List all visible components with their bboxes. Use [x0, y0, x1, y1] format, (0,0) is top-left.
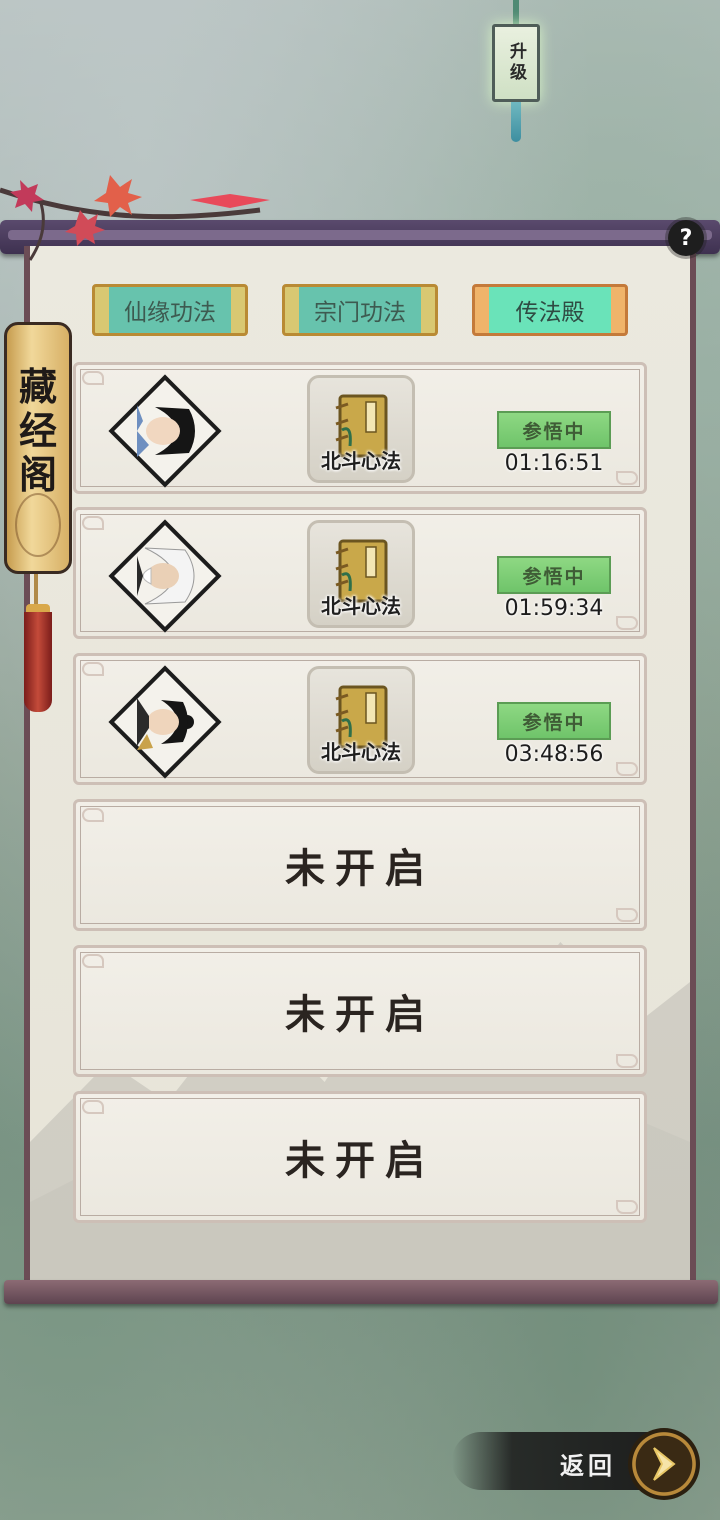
corner-ornament	[82, 808, 104, 822]
countdown-timer: 03:48:56	[504, 742, 604, 767]
book-title: 北斗心法	[321, 740, 401, 764]
corner-ornament	[616, 471, 638, 485]
tab-chuanfa-dian[interactable]: 传法殿	[472, 284, 628, 336]
back-label[interactable]: 返回	[560, 1446, 616, 1481]
locked-slot-2[interactable]: 未开启	[73, 945, 647, 1077]
locked-label: 未开启	[285, 845, 435, 892]
tab-xianyuan-gongfa[interactable]: 仙缘功法	[92, 284, 248, 336]
upgrade-button[interactable]: 升级	[492, 24, 540, 102]
locked-label: 未开启	[285, 1137, 435, 1184]
corner-ornament	[82, 1100, 104, 1114]
help-icon[interactable]: ?	[668, 220, 704, 256]
help-label: ?	[679, 225, 693, 251]
back-button[interactable]	[628, 1428, 700, 1500]
locked-slot-3[interactable]: 未开启	[73, 1091, 647, 1223]
status-badge: 参悟中	[497, 556, 611, 594]
book-title: 北斗心法	[321, 449, 401, 473]
tab-zongmen-gongfa[interactable]: 宗门功法	[282, 284, 438, 336]
portrait-diamond-frame	[108, 665, 222, 779]
corner-ornament	[616, 1200, 638, 1214]
upgrade-tag-string	[513, 0, 519, 26]
technique-book-slot[interactable]: 北斗心法	[307, 520, 415, 628]
back-brush-stroke	[452, 1432, 652, 1490]
portrait-white-haired-elder-icon	[137, 547, 195, 605]
tab-label: 仙缘功法	[124, 300, 216, 326]
portrait-diamond-frame	[108, 374, 222, 488]
maple-branch-decoration	[0, 175, 270, 261]
corner-ornament	[82, 954, 104, 968]
tab-label: 宗门功法	[314, 300, 406, 326]
chevron-right-icon	[653, 1447, 676, 1481]
portrait-young-man-icon	[137, 405, 195, 457]
disciple-portrait[interactable]	[108, 374, 222, 488]
portrait-topknot-swordsman-icon	[137, 698, 194, 750]
book-title: 北斗心法	[321, 594, 401, 618]
technique-book-slot[interactable]: 北斗心法	[307, 375, 415, 483]
upgrade-label: 升级	[506, 42, 526, 84]
status-badge: 参悟中	[497, 411, 611, 449]
locked-slot-1[interactable]: 未开启	[73, 799, 647, 931]
study-slot-3[interactable]: 北斗心法 参悟中 03:48:56	[73, 653, 647, 785]
study-slot-2[interactable]: 北斗心法 参悟中 01:59:34	[73, 507, 647, 639]
side-title-scroll: 藏经阁	[4, 322, 72, 574]
corner-ornament	[82, 662, 104, 676]
side-tassel	[24, 612, 52, 712]
corner-ornament	[616, 908, 638, 922]
scroll-bottom-rod	[4, 1280, 718, 1304]
tab-label: 传法殿	[515, 300, 585, 326]
corner-ornament	[616, 762, 638, 776]
disciple-portrait[interactable]	[108, 665, 222, 779]
corner-ornament	[616, 616, 638, 630]
corner-ornament	[616, 1054, 638, 1068]
status-badge: 参悟中	[497, 702, 611, 740]
countdown-timer: 01:16:51	[504, 451, 604, 476]
countdown-timer: 01:59:34	[504, 596, 604, 621]
corner-ornament	[82, 371, 104, 385]
cloud-swirl-decoration	[15, 493, 61, 557]
corner-ornament	[82, 516, 104, 530]
locked-label: 未开启	[285, 991, 435, 1038]
study-slot-1[interactable]: 北斗心法 参悟中 01:16:51	[73, 362, 647, 494]
upgrade-tassel	[511, 102, 521, 142]
side-title: 藏经阁	[18, 364, 57, 497]
portrait-diamond-frame	[108, 519, 222, 633]
disciple-portrait[interactable]	[108, 519, 222, 633]
technique-book-slot[interactable]: 北斗心法	[307, 666, 415, 774]
